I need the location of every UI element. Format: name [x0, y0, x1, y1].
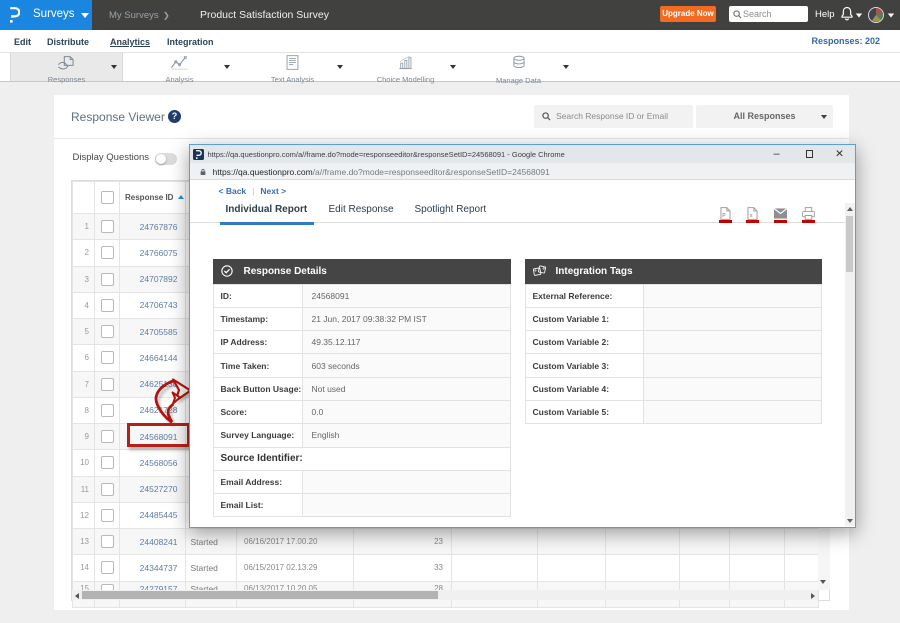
svg-text:P: P [722, 213, 726, 219]
svg-text:x: x [749, 213, 752, 219]
